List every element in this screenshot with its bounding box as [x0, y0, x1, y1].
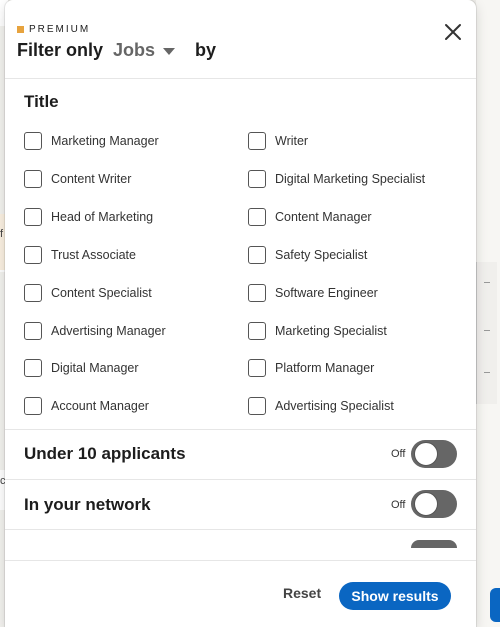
checkbox[interactable] — [248, 132, 266, 150]
checkbox-label: Head of Marketing — [51, 210, 154, 224]
jobs-dropdown[interactable]: Jobs — [113, 40, 176, 61]
toggle-row-in-your-network: In your network Off — [5, 480, 476, 530]
checkbox-label: Platform Manager — [275, 361, 375, 375]
checkbox-option[interactable]: Content Manager — [248, 208, 372, 226]
checkbox[interactable] — [248, 170, 266, 188]
checkbox-label: Software Engineer — [275, 286, 378, 300]
checkbox[interactable] — [24, 170, 42, 188]
checkbox-label: Content Specialist — [51, 286, 152, 300]
checkbox-label: Digital Marketing Specialist — [275, 172, 426, 186]
toggle-knob — [414, 492, 438, 516]
checkbox-label: Content Manager — [275, 210, 372, 224]
checkbox-label: Writer — [275, 134, 309, 148]
checkbox[interactable] — [248, 208, 266, 226]
checkbox-option[interactable]: Content Specialist — [24, 284, 152, 302]
reset-button[interactable]: Reset — [283, 585, 321, 601]
premium-icon — [17, 26, 24, 33]
background-page-right — [476, 0, 500, 627]
toggle-label: In your network — [24, 495, 151, 514]
checkbox-option[interactable]: Digital Manager — [24, 359, 139, 377]
checkbox-label: Content Writer — [51, 172, 132, 186]
premium-label: PREMIUM — [29, 24, 91, 35]
premium-badge: PREMIUM — [17, 24, 90, 35]
partial-toggle[interactable] — [411, 540, 457, 548]
checkbox-label: Advertising Manager — [51, 324, 166, 338]
checkbox[interactable] — [24, 322, 42, 340]
title-prefix: Filter only — [17, 40, 104, 60]
checkbox[interactable] — [24, 284, 42, 302]
caret-down-icon — [163, 48, 176, 55]
modal-title: Filter only Jobs by — [17, 40, 216, 61]
checkbox[interactable] — [248, 359, 266, 377]
checkbox-label: Digital Manager — [51, 361, 139, 375]
toggle-knob — [414, 442, 438, 466]
title-suffix: by — [195, 40, 217, 60]
header-divider — [5, 78, 476, 79]
checkbox-label: Marketing Specialist — [275, 324, 387, 338]
checkbox[interactable] — [24, 208, 42, 226]
checkbox-option[interactable]: Digital Marketing Specialist — [248, 170, 425, 188]
checkbox-option[interactable]: Advertising Specialist — [248, 397, 394, 415]
footer-divider — [5, 560, 476, 561]
checkbox[interactable] — [248, 284, 266, 302]
checkbox[interactable] — [248, 322, 266, 340]
checkbox-option[interactable]: Trust Associate — [24, 246, 136, 264]
toggle-row-under-10-applicants: Under 10 applicants Off — [5, 430, 476, 480]
close-icon — [445, 24, 461, 40]
checkbox[interactable] — [24, 359, 42, 377]
toggle-state-text: Off — [391, 448, 406, 460]
checkbox[interactable] — [24, 397, 42, 415]
checkbox-option[interactable]: Advertising Manager — [24, 322, 166, 340]
toggle-state-text: Off — [391, 499, 406, 511]
checkbox-label: Marketing Manager — [51, 134, 159, 148]
filter-modal: PREMIUM Filter only Jobs by Title Market… — [5, 0, 476, 627]
checkbox-label: Account Manager — [51, 399, 149, 413]
checkbox-option[interactable]: Platform Manager — [248, 359, 374, 377]
show-results-button[interactable]: Show results — [339, 582, 451, 610]
close-button[interactable] — [441, 20, 465, 44]
section-heading-title: Title — [24, 92, 59, 111]
toggle-label: Under 10 applicants — [24, 444, 186, 463]
checkbox-option[interactable]: Writer — [248, 132, 308, 150]
checkbox-option[interactable]: Safety Specialist — [248, 246, 367, 264]
dropdown-value: Jobs — [113, 40, 156, 60]
in-your-network-toggle[interactable] — [411, 490, 457, 518]
checkbox[interactable] — [24, 246, 42, 264]
checkbox-option[interactable]: Content Writer — [24, 170, 131, 188]
checkbox[interactable] — [248, 397, 266, 415]
checkbox[interactable] — [24, 132, 42, 150]
under-10-applicants-toggle[interactable] — [411, 440, 457, 468]
checkbox-option[interactable]: Account Manager — [24, 397, 149, 415]
checkbox-label: Safety Specialist — [275, 248, 368, 262]
checkbox-option[interactable]: Marketing Manager — [24, 132, 159, 150]
section-divider — [5, 529, 476, 530]
checkbox[interactable] — [248, 246, 266, 264]
checkbox-option[interactable]: Software Engineer — [248, 284, 378, 302]
checkbox-option[interactable]: Marketing Specialist — [248, 322, 387, 340]
checkbox-option[interactable]: Head of Marketing — [24, 208, 153, 226]
checkbox-label: Trust Associate — [51, 248, 136, 262]
checkbox-label: Advertising Specialist — [275, 399, 394, 413]
